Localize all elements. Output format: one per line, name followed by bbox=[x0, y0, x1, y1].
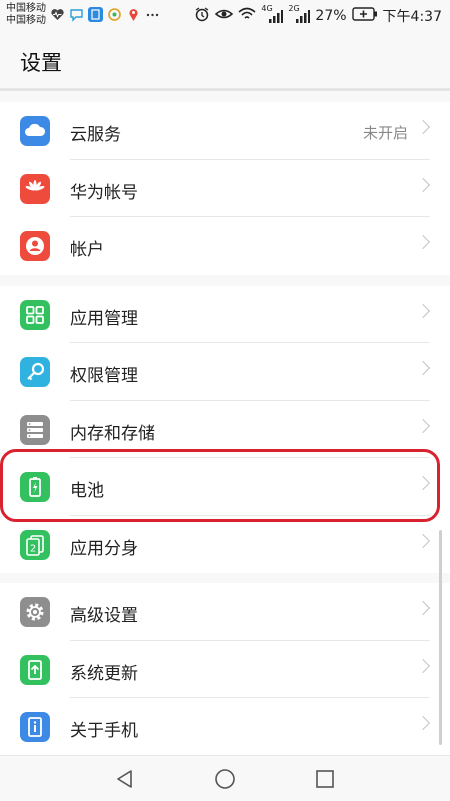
apps-grid-icon bbox=[20, 299, 50, 330]
carrier-2: 中国移动 bbox=[6, 15, 46, 26]
network-1-label: 4G bbox=[261, 4, 273, 13]
chevron-right-icon bbox=[415, 234, 431, 250]
paste-icon bbox=[88, 7, 103, 22]
chevron-right-icon bbox=[415, 360, 431, 376]
signal-2-icon: 2G bbox=[288, 4, 311, 24]
key-icon bbox=[20, 357, 50, 387]
status-right: 4G 2G 27% 下午4:37 bbox=[194, 4, 442, 26]
chevron-right-icon bbox=[415, 600, 431, 616]
carrier-1: 中国移动 bbox=[6, 3, 46, 14]
battery-icon bbox=[351, 7, 378, 25]
cloud-icon bbox=[20, 116, 50, 146]
chevron-right-icon bbox=[415, 303, 431, 318]
chevron-right-icon bbox=[415, 177, 431, 192]
heart-rate-icon bbox=[50, 7, 65, 22]
settings-group-account: 云服务 未开启 华为帐号 帐户 bbox=[0, 102, 450, 275]
chevron-right-icon bbox=[415, 715, 431, 731]
photo-icon bbox=[107, 7, 122, 22]
clock: 下午4:37 bbox=[382, 9, 442, 25]
settings-group-apps: 应用管理 权限管理 内存和存储 电池 2 应用分身 bbox=[0, 285, 450, 574]
settings-item-app-management[interactable]: 应用管理 bbox=[0, 286, 450, 343]
settings-item-label: 云服务 bbox=[70, 125, 121, 145]
settings-item-label: 内存和存储 bbox=[70, 423, 155, 444]
battery-percent: 27% bbox=[315, 8, 347, 24]
chat-icon bbox=[69, 7, 84, 22]
settings-item-advanced[interactable]: 高级设置 bbox=[0, 583, 450, 641]
huawei-logo-icon bbox=[20, 173, 50, 204]
signal-1-icon: 4G bbox=[261, 4, 284, 24]
info-icon bbox=[20, 712, 50, 742]
settings-item-permissions[interactable]: 权限管理 bbox=[0, 343, 450, 401]
carrier-labels: 中国移动 中国移动 bbox=[6, 3, 46, 27]
alarm-icon bbox=[194, 6, 210, 26]
settings-group-system: 高级设置 系统更新 关于手机 bbox=[0, 583, 450, 756]
settings-item-cloud[interactable]: 云服务 未开启 bbox=[0, 102, 450, 160]
more-icon bbox=[145, 7, 160, 22]
account-icon bbox=[20, 231, 50, 261]
settings-item-huawei-id[interactable]: 华为帐号 bbox=[0, 160, 450, 217]
status-bar: 中国移动 中国移动 4G 2G 27% 下午4:37 bbox=[0, 0, 450, 30]
network-2-label: 2G bbox=[288, 4, 300, 13]
chevron-right-icon bbox=[415, 658, 431, 673]
map-pin-icon bbox=[126, 7, 141, 22]
gear-icon bbox=[20, 597, 50, 627]
app-twin-icon: 2 bbox=[20, 529, 50, 560]
settings-item-label: 应用分身 bbox=[70, 538, 138, 559]
chevron-right-icon bbox=[415, 533, 431, 548]
settings-item-label: 系统更新 bbox=[70, 663, 138, 684]
settings-item-about-phone[interactable]: 关于手机 bbox=[0, 698, 450, 756]
eye-icon bbox=[215, 7, 234, 25]
highlight-annotation bbox=[0, 449, 440, 522]
settings-item-value: 未开启 bbox=[362, 124, 408, 142]
storage-icon bbox=[20, 414, 50, 445]
settings-item-account[interactable]: 帐户 bbox=[0, 217, 450, 275]
chevron-right-icon bbox=[415, 119, 431, 135]
wifi-icon bbox=[238, 7, 256, 25]
header-divider bbox=[0, 88, 450, 91]
settings-item-label: 帐户 bbox=[70, 240, 104, 260]
notification-icons bbox=[50, 7, 160, 22]
chevron-right-icon bbox=[415, 418, 431, 433]
navigation-bar bbox=[0, 755, 450, 801]
settings-item-label: 权限管理 bbox=[70, 366, 138, 386]
page-title: 设置 bbox=[20, 51, 62, 75]
recents-icon[interactable] bbox=[314, 768, 336, 794]
system-update-icon bbox=[20, 654, 50, 685]
settings-item-label: 高级设置 bbox=[70, 606, 138, 626]
settings-item-label: 关于手机 bbox=[70, 721, 138, 741]
app-bar: 设置 bbox=[0, 30, 450, 90]
settings-item-system-update[interactable]: 系统更新 bbox=[0, 641, 450, 698]
settings-item-app-twin[interactable]: 2 应用分身 bbox=[0, 516, 450, 574]
back-icon[interactable] bbox=[114, 768, 136, 794]
settings-item-label: 应用管理 bbox=[70, 308, 138, 329]
svg-text:2: 2 bbox=[30, 543, 36, 554]
settings-item-label: 华为帐号 bbox=[70, 182, 138, 203]
scrollbar[interactable] bbox=[439, 530, 442, 745]
home-icon[interactable] bbox=[214, 768, 236, 794]
